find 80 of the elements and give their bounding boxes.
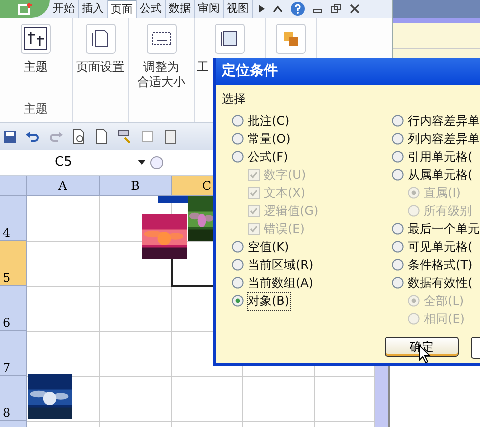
option-label: 可见单元格( — [408, 238, 473, 256]
ribbon-button-label[interactable]: 主题 — [24, 60, 48, 75]
new-document-icon[interactable] — [94, 128, 110, 144]
ribbon-tab[interactable]: 页面 — [108, 0, 137, 18]
column-header[interactable]: A — [27, 176, 100, 196]
ribbon-button-label[interactable]: 页面设置 — [76, 60, 124, 75]
save-icon[interactable] — [2, 128, 18, 144]
square-icon[interactable] — [140, 128, 156, 144]
option-label: 空值(K) — [248, 238, 290, 256]
ribbon-icon-button[interactable] — [146, 24, 176, 54]
radio-button[interactable] — [232, 133, 244, 145]
row-header[interactable]: 8 — [0, 376, 27, 421]
radio-button[interactable] — [392, 259, 404, 271]
format-painter-icon[interactable] — [117, 128, 133, 144]
option-label: 当前区域(R) — [248, 256, 314, 274]
radio-button[interactable] — [392, 169, 404, 181]
help-icon[interactable] — [291, 2, 305, 16]
option-label: 文本(X) — [264, 184, 306, 202]
option-label: 引用单元格( — [408, 148, 473, 166]
ribbon-button-label[interactable]: 调整为 — [144, 60, 180, 75]
option-label: 全部(L) — [424, 292, 464, 310]
column-header[interactable]: B — [100, 176, 172, 196]
radio-button[interactable] — [392, 151, 404, 163]
layers-icon — [283, 31, 299, 47]
select-all-corner[interactable] — [0, 176, 27, 196]
row-header[interactable]: 7 — [0, 331, 27, 376]
option-label: 行内容差异单 — [408, 112, 480, 130]
dropdown-icon — [138, 160, 146, 165]
option-label: 相同(E) — [424, 310, 465, 328]
office-logo-icon — [18, 3, 32, 15]
close-icon[interactable] — [350, 4, 360, 14]
scale-icon — [152, 31, 172, 47]
radio-button[interactable] — [392, 115, 404, 127]
theme-icon — [24, 27, 48, 51]
option-label: 逻辑值(G) — [264, 202, 319, 220]
option-label: 对象(B) — [248, 292, 290, 310]
radio-button[interactable] — [232, 115, 244, 127]
row-header[interactable]: 4 — [0, 196, 27, 241]
ribbon-icon-button[interactable] — [215, 24, 245, 54]
ribbon-button-label[interactable]: 工 — [197, 60, 209, 75]
office-button[interactable] — [0, 0, 50, 18]
group-label: 选择 — [222, 91, 247, 108]
ribbon-icon-button[interactable] — [21, 24, 51, 54]
sheet-icon — [221, 30, 239, 48]
clipboard-icon[interactable] — [163, 128, 179, 144]
radio-button[interactable] — [232, 259, 244, 271]
option-label: 列内容差异单 — [408, 130, 480, 148]
option-label: 条件格式(T) — [408, 256, 473, 274]
ribbon-button-label[interactable]: 合适大小 — [138, 75, 186, 90]
scroll-right-icon[interactable] — [259, 5, 265, 13]
radio-button[interactable] — [392, 277, 404, 289]
function-icon[interactable] — [150, 154, 164, 170]
radio-button[interactable] — [232, 151, 244, 163]
option-label: 当前数组(A) — [248, 274, 314, 292]
dialog-title: 定位条件 — [216, 58, 480, 85]
option-label: 错误(E) — [264, 220, 305, 238]
radio-button[interactable] — [392, 241, 404, 253]
radio-button[interactable] — [392, 223, 404, 235]
option-label: 批注(C) — [248, 112, 290, 130]
option-label: 数据有效性( — [408, 274, 473, 292]
print-preview-icon[interactable] — [71, 128, 87, 144]
restore-icon[interactable] — [331, 4, 342, 14]
page-icon — [92, 29, 110, 49]
option-label: 常量(O) — [248, 130, 291, 148]
row-header[interactable]: 5 — [0, 241, 27, 286]
name-box[interactable]: C5 — [0, 155, 150, 170]
row-header[interactable]: 6 — [0, 286, 27, 331]
radio-button[interactable] — [232, 277, 244, 289]
radio-button[interactable] — [232, 295, 244, 307]
radio-button[interactable] — [232, 241, 244, 253]
option-label: 直属(I) — [424, 184, 461, 202]
collapse-icon[interactable] — [273, 5, 283, 13]
arrange-button[interactable] — [276, 24, 306, 54]
group-caption: 主题 — [24, 101, 48, 118]
option-label: 所有级别 — [424, 202, 472, 220]
ribbon-icon-button[interactable] — [86, 24, 116, 54]
option-label: 最后一个单元 — [408, 220, 480, 238]
option-label: 公式(F) — [248, 148, 288, 166]
shape-bar — [158, 196, 188, 203]
radio-button[interactable] — [392, 133, 404, 145]
